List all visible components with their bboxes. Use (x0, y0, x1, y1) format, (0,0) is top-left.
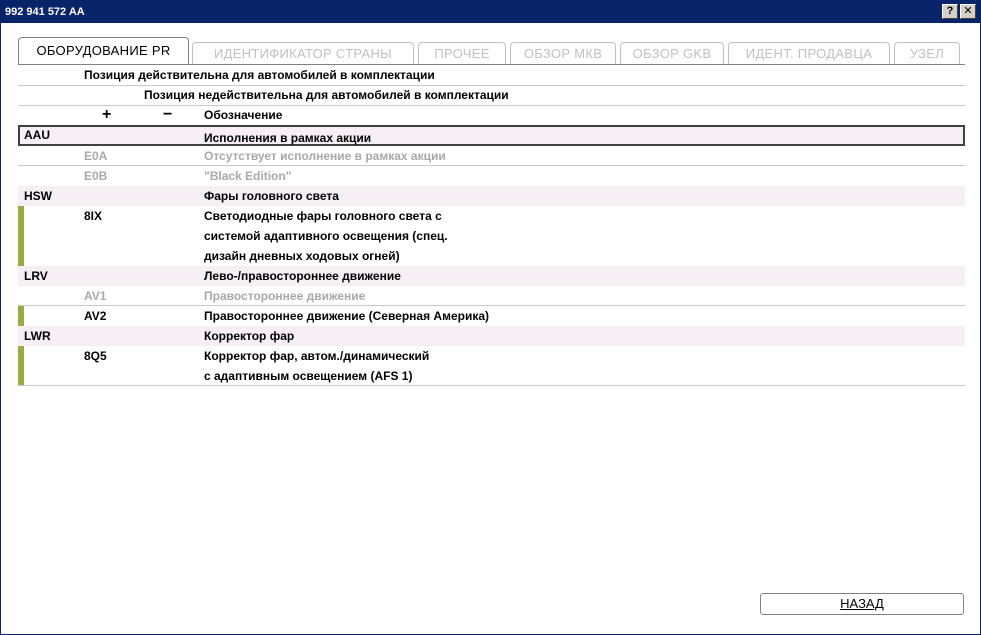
tab-country-id[interactable]: ИДЕНТИФИКАТОР СТРАНЫ (192, 42, 414, 65)
tab-other[interactable]: ПРОЧЕЕ (418, 42, 506, 65)
back-button[interactable]: НАЗАД (760, 593, 964, 615)
group-description: Исполнения в рамках акции (204, 131, 372, 145)
legend-invalid: Позиция недействительна для автомобилей … (144, 88, 509, 102)
valid-marker (18, 346, 24, 386)
group-description: Корректор фар (204, 329, 295, 343)
table-row[interactable]: AAU Исполнения в рамках акции (18, 125, 965, 146)
description-line: Корректор фар, автом./динамический (204, 349, 430, 363)
group-description: Фары головного света (204, 189, 339, 203)
option-description: Корректор фар, автом./динамический с ада… (204, 346, 429, 386)
option-description: Правостороннее движение (204, 289, 366, 303)
window-title: 992 941 572 AA (5, 6, 85, 18)
description-line: с адаптивным освещением (AFS 1) (204, 369, 413, 383)
dialog-window: 992 941 572 AA ? ✕ ОБОРУДОВАНИЕ PR ИДЕНТ… (0, 0, 981, 635)
group-code: HSW (24, 189, 52, 203)
option-code: 8Q5 (84, 349, 107, 363)
table-row[interactable]: 8IX Светодиодные фары головного света с … (18, 206, 965, 266)
divider (18, 385, 965, 386)
table-row[interactable]: 8Q5 Корректор фар, автом./динамический с… (18, 346, 965, 386)
tab-dealer-id[interactable]: ИДЕНТ. ПРОДАВЦА (728, 42, 890, 65)
table-row[interactable]: AV1 Правостороннее движение (18, 286, 965, 306)
option-description: Правостороннее движение (Северная Америк… (204, 309, 490, 323)
option-code: AV1 (84, 289, 107, 303)
plus-column-header: + (102, 106, 112, 123)
tab-gkb-overview[interactable]: ОБЗОР GKB (620, 42, 724, 65)
legend-valid: Позиция действительна для автомобилей в … (84, 68, 435, 82)
table-row[interactable]: LWR Корректор фар (18, 326, 965, 346)
table-header: + − Обозначение (18, 105, 965, 125)
tab-assembly[interactable]: УЗЕЛ (894, 42, 960, 65)
close-button[interactable]: ✕ (960, 4, 976, 19)
group-code: AAU (24, 128, 50, 142)
group-code: LWR (24, 329, 51, 343)
option-description: Светодиодные фары головного света с сист… (204, 206, 448, 266)
description-line: системой адаптивного освещения (спец. (204, 229, 448, 243)
divider (18, 85, 965, 86)
description-line: дизайн дневных ходовых огней) (204, 249, 400, 263)
option-code: E0A (84, 149, 108, 163)
table-row[interactable]: E0B "Black Edition" (18, 166, 965, 186)
help-button[interactable]: ? (942, 4, 958, 19)
tab-mkv-overview[interactable]: ОБЗОР МКВ (510, 42, 616, 65)
valid-marker (18, 206, 24, 266)
tab-equipment-pr[interactable]: ОБОРУДОВАНИЕ PR (18, 37, 189, 65)
option-code: AV2 (84, 309, 107, 323)
table-row[interactable]: LRV Лево-/правостороннее движение (18, 266, 965, 286)
title-bar: 992 941 572 AA (1, 1, 980, 23)
group-code: LRV (24, 269, 48, 283)
option-description: "Black Edition" (204, 169, 292, 183)
tab-bar: ОБОРУДОВАНИЕ PR ИДЕНТИФИКАТОР СТРАНЫ ПРО… (18, 37, 965, 65)
minus-column-header: − (163, 106, 173, 123)
description-line: Светодиодные фары головного света с (204, 209, 442, 223)
option-code: 8IX (84, 209, 103, 223)
table-row[interactable]: AV2 Правостороннее движение (Северная Ам… (18, 306, 965, 326)
valid-marker (18, 306, 24, 326)
option-code: E0B (84, 169, 108, 183)
table-row[interactable]: HSW Фары головного света (18, 186, 965, 206)
table-row[interactable]: E0A Отсутствует исполнение в рамках акци… (18, 146, 965, 166)
designation-column-header: Обозначение (204, 108, 283, 122)
option-description: Отсутствует исполнение в рамках акции (204, 149, 446, 163)
tab-divider (18, 64, 965, 65)
group-description: Лево-/правостороннее движение (204, 269, 401, 283)
